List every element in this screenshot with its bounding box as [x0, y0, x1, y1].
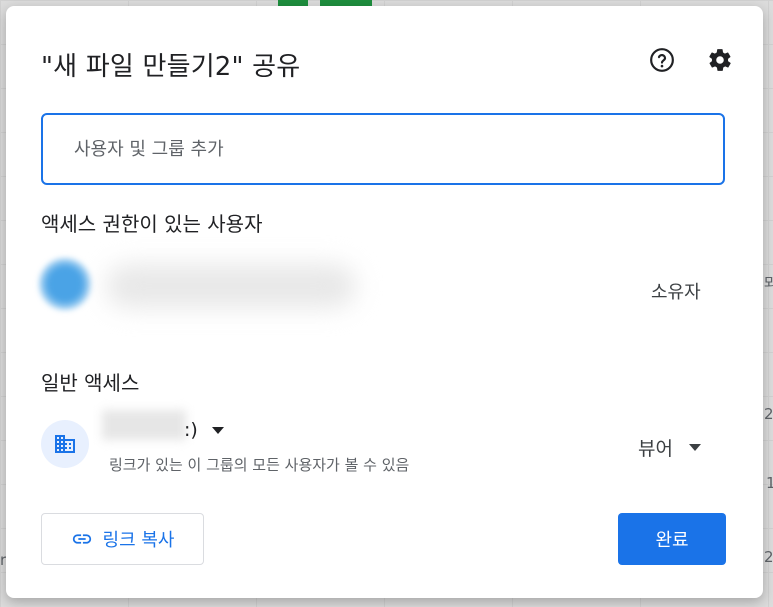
user-role-owner: 소유자 [651, 282, 701, 303]
add-people-input[interactable] [41, 113, 725, 185]
copy-link-label: 링크 복사 [102, 530, 175, 551]
dropdown-arrow-icon [688, 444, 701, 451]
help-circle-icon [650, 48, 674, 72]
general-access-scope-dropdown[interactable]: :) [184, 419, 224, 441]
share-dialog: "새 파일 만들기2" 공유 액세스 권한이 있는 사용자 소유자 일반 액세스… [6, 6, 763, 598]
avatar [39, 258, 91, 310]
domain-name-redacted [102, 410, 186, 440]
done-label: 완료 [655, 530, 689, 551]
people-with-access-heading: 액세스 권한이 있는 사용자 [41, 212, 263, 236]
background-text: 1 [766, 474, 773, 492]
background-text: 2 [764, 548, 773, 566]
background-text: 뫄 [764, 274, 773, 292]
general-access-role-dropdown[interactable]: 뷰어 [638, 434, 701, 461]
settings-button[interactable] [704, 44, 736, 76]
role-label: 뷰어 [638, 438, 673, 460]
organization-icon-container [41, 420, 89, 468]
link-icon [72, 534, 91, 544]
building-icon [55, 435, 75, 453]
access-scope-label: :) [184, 419, 198, 441]
copy-link-button[interactable]: 링크 복사 [41, 513, 204, 565]
general-access-heading: 일반 액세스 [41, 371, 140, 395]
help-button[interactable] [646, 44, 678, 76]
done-button[interactable]: 완료 [618, 513, 726, 565]
dropdown-arrow-icon [211, 426, 224, 434]
general-access-description: 링크가 있는 이 그룹의 모든 사용자가 볼 수 있음 [109, 456, 410, 474]
user-info-redacted [106, 264, 356, 308]
gear-icon [709, 49, 731, 71]
background-text: 2 [764, 405, 773, 423]
dialog-title: "새 파일 만들기2" 공유 [41, 52, 301, 82]
